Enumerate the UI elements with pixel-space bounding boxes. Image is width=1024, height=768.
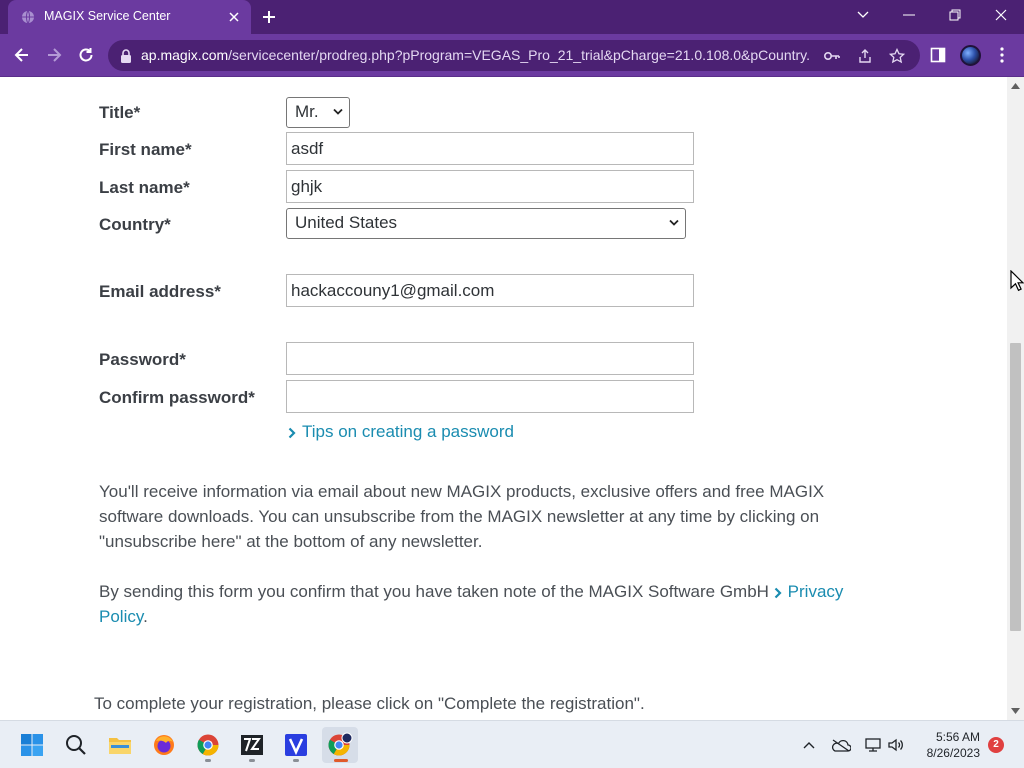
chevron-right-icon <box>288 427 296 438</box>
onedrive-icon[interactable] <box>829 733 853 757</box>
country-select[interactable]: United States <box>286 208 686 239</box>
search-icon[interactable] <box>58 727 94 763</box>
forward-icon[interactable] <box>40 41 68 69</box>
bookmark-star-icon[interactable] <box>886 45 908 67</box>
title-select[interactable]: Mr. <box>286 97 350 128</box>
page-viewport: Title* Mr. First name* asdf Last name* g… <box>0 77 1007 720</box>
mouse-cursor-icon <box>1010 270 1024 292</box>
network-icon[interactable] <box>861 733 885 757</box>
close-window-icon[interactable] <box>978 0 1024 30</box>
password-label: Password* <box>99 350 186 369</box>
chevron-down-icon <box>333 108 343 115</box>
firefox-icon[interactable] <box>146 727 182 763</box>
lock-icon[interactable] <box>120 49 132 63</box>
email-field[interactable]: hackaccouny1@gmail.com <box>286 274 694 307</box>
title-label: Title* <box>99 103 141 122</box>
tab-strip: MAGIX Service Center <box>0 0 1024 34</box>
close-tab-icon[interactable] <box>225 8 243 26</box>
scroll-down-icon[interactable] <box>1011 708 1020 714</box>
minimize-icon[interactable] <box>886 0 932 30</box>
chevron-right-icon <box>774 587 782 598</box>
scroll-up-icon[interactable] <box>1011 83 1020 89</box>
browser-toolbar: ap.magix.com/servicecenter/prodreg.php?p… <box>0 34 1024 77</box>
volume-icon[interactable] <box>884 733 908 757</box>
taskbar: 5:56 AM 8/26/2023 2 <box>0 720 1024 768</box>
7zip-icon[interactable] <box>234 727 270 763</box>
reload-icon[interactable] <box>72 41 100 69</box>
complete-registration-text: To complete your registration, please cl… <box>94 694 645 713</box>
chevron-down-icon <box>669 219 679 226</box>
restore-icon[interactable] <box>932 0 978 30</box>
email-label: Email address* <box>99 282 221 301</box>
browser-tab[interactable]: MAGIX Service Center <box>8 0 251 34</box>
first-name-field[interactable]: asdf <box>286 132 694 165</box>
last-name-field[interactable]: ghjk <box>286 170 694 203</box>
scrollbar-thumb[interactable] <box>1010 343 1021 631</box>
clock-date: 8/26/2023 <box>926 746 980 760</box>
country-label: Country* <box>99 215 171 234</box>
password-field[interactable] <box>286 342 694 375</box>
side-panel-icon[interactable] <box>924 41 952 69</box>
newsletter-notice: You'll receive information via email abo… <box>99 482 825 551</box>
running-indicator <box>334 759 348 762</box>
start-icon[interactable] <box>14 727 50 763</box>
tab-title: MAGIX Service Center <box>44 9 171 23</box>
clock-time: 5:56 AM <box>935 730 980 744</box>
chrome-active-icon[interactable] <box>322 727 358 763</box>
new-tab-icon[interactable] <box>258 6 280 28</box>
system-clock[interactable]: 5:56 AM 8/26/2023 <box>910 729 980 761</box>
tab-search-icon[interactable] <box>840 0 886 30</box>
menu-kebab-icon[interactable] <box>988 41 1016 69</box>
running-indicator <box>205 759 211 762</box>
show-hidden-icons-chevron[interactable] <box>797 733 821 757</box>
running-indicator <box>249 759 255 762</box>
confirm-password-label: Confirm password* <box>99 388 255 407</box>
url-text: ap.magix.com/servicecenter/prodreg.php?p… <box>141 47 811 63</box>
vegas-icon[interactable] <box>278 727 314 763</box>
privacy-notice: By sending this form you confirm that yo… <box>99 582 844 626</box>
confirm-password-field[interactable] <box>286 380 694 413</box>
country-select-value: United States <box>295 213 398 232</box>
notification-badge[interactable]: 2 <box>988 737 1004 753</box>
file-explorer-icon[interactable] <box>102 727 138 763</box>
password-tips-link[interactable]: Tips on creating a password <box>288 422 514 442</box>
address-bar[interactable]: ap.magix.com/servicecenter/prodreg.php?p… <box>108 40 920 71</box>
globe-icon <box>22 10 34 24</box>
profile-avatar[interactable] <box>960 45 981 66</box>
page-scrollbar[interactable] <box>1007 77 1024 720</box>
last-name-label: Last name* <box>99 178 190 197</box>
back-icon[interactable] <box>8 41 36 69</box>
running-indicator <box>293 759 299 762</box>
key-icon[interactable] <box>821 45 843 67</box>
share-icon[interactable] <box>854 45 876 67</box>
chrome-icon[interactable] <box>190 727 226 763</box>
first-name-label: First name* <box>99 140 192 159</box>
title-select-value: Mr. <box>295 102 319 121</box>
